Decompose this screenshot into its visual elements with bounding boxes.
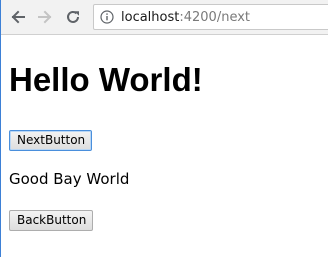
- browser-window: localhost:4200/next Hello World! NextBut…: [0, 0, 328, 257]
- url-host: localhost: [121, 9, 180, 25]
- address-bar[interactable]: localhost:4200/next: [93, 4, 328, 30]
- reload-icon: [65, 9, 81, 25]
- browser-toolbar: localhost:4200/next: [1, 0, 328, 35]
- back-button[interactable]: BackButton: [9, 210, 93, 231]
- window-edge: [0, 0, 1, 257]
- url-path: :4200/next: [179, 9, 251, 25]
- url-text: localhost:4200/next: [121, 10, 250, 25]
- arrow-left-icon: [10, 9, 26, 25]
- page-content: Hello World! NextButton Good Bay World B…: [9, 36, 328, 257]
- message-text: Good Bay World: [9, 170, 130, 188]
- reload-button[interactable]: [62, 6, 84, 28]
- page-heading: Hello World!: [9, 61, 203, 98]
- back-navigation-button[interactable]: [7, 6, 29, 28]
- forward-navigation-button[interactable]: [34, 6, 56, 28]
- arrow-right-icon: [37, 9, 53, 25]
- next-button[interactable]: NextButton: [9, 130, 92, 151]
- info-icon[interactable]: [100, 10, 114, 24]
